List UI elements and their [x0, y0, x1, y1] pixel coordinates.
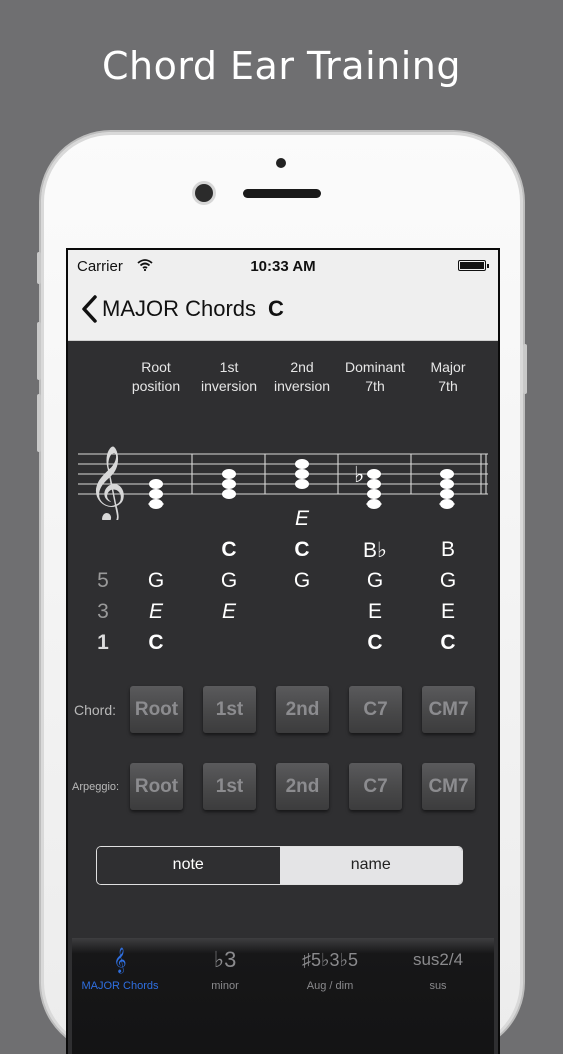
- column-header-line: 1st: [219, 359, 239, 375]
- note-label: G: [366, 569, 384, 592]
- chord-2nd-button[interactable]: 2nd: [276, 686, 329, 733]
- note-label: E: [440, 600, 455, 623]
- note-label: E: [367, 600, 382, 623]
- aug-dim-icon: ♯5♭3♭5: [301, 950, 358, 970]
- column-header-major-7th: Major 7th: [408, 358, 488, 396]
- note-label: B: [440, 538, 455, 561]
- status-time: 10:33 AM: [250, 258, 316, 275]
- note-label: B♭: [363, 539, 387, 562]
- column-header-line: position: [131, 378, 181, 394]
- note-label: G: [147, 569, 165, 592]
- note-label: C: [221, 538, 237, 561]
- display-mode-segmented-control: note name: [96, 846, 463, 885]
- note-label: C: [367, 631, 383, 654]
- chord-key-label: C: [268, 296, 284, 321]
- interval-root: 1: [97, 631, 109, 654]
- chevron-left-icon: [82, 295, 97, 323]
- column-header-line: inversion: [273, 378, 331, 394]
- tab-major-chords[interactable]: 𝄞 MAJOR Chords: [72, 944, 168, 992]
- column-header-1st: 1st inversion: [189, 358, 269, 396]
- note-label: C: [148, 631, 164, 654]
- segment-name[interactable]: name: [279, 847, 462, 884]
- flat-icon: ♭: [354, 463, 364, 488]
- tab-sus[interactable]: sus2/4 sus: [390, 944, 486, 992]
- back-label: MAJOR Chords: [102, 296, 257, 321]
- arpeggio-1st-button[interactable]: 1st: [203, 763, 256, 810]
- note-label: C: [440, 631, 456, 654]
- column-header-root: Root position: [116, 358, 196, 396]
- app-screen: Carrier 10:33 AM MAJOR Chords C Root pos…: [66, 248, 500, 1054]
- tab-label: sus: [429, 980, 447, 992]
- treble-clef-icon: 𝄞: [113, 947, 127, 972]
- column-header-line: Dominant: [345, 359, 405, 375]
- treble-clef-icon: 𝄞: [88, 445, 127, 520]
- column-header-line: inversion: [200, 378, 258, 394]
- volume-up-button: [37, 322, 41, 380]
- interval-fifth: 5: [97, 569, 109, 592]
- column-header-2nd: 2nd inversion: [262, 358, 342, 396]
- earpiece-speaker: [243, 189, 321, 198]
- tab-label: MAJOR Chords: [81, 980, 159, 992]
- note-label: E: [148, 600, 163, 623]
- column-header-line: 7th: [438, 378, 458, 394]
- note-label: G: [220, 569, 238, 592]
- chord-c7-button[interactable]: C7: [349, 686, 402, 733]
- phone-frame: Carrier 10:33 AM MAJOR Chords C Root pos…: [37, 132, 527, 1054]
- tab-minor[interactable]: ♭3 minor: [177, 944, 273, 992]
- chord-row-label: Chord:: [74, 702, 117, 718]
- note-label: C: [294, 538, 310, 561]
- arpeggio-row-label: Arpeggio:: [72, 781, 120, 793]
- note-label: G: [293, 569, 311, 592]
- segment-note[interactable]: note: [97, 847, 280, 884]
- chord-cm7-button[interactable]: CM7: [422, 686, 475, 733]
- column-header-dominant-7th: Dominant 7th: [335, 358, 415, 396]
- note-label: E: [221, 600, 236, 623]
- battery-icon: [458, 260, 489, 271]
- power-button: [523, 344, 527, 394]
- front-camera: [195, 184, 213, 202]
- note-label: G: [439, 569, 457, 592]
- navigation-bar: MAJOR Chords C: [68, 282, 498, 341]
- note-label: E: [294, 507, 309, 530]
- chord-1st-button[interactable]: 1st: [203, 686, 256, 733]
- volume-down-button: [37, 394, 41, 452]
- arpeggio-cm7-button[interactable]: CM7: [422, 763, 475, 810]
- promo-title: Chord Ear Training: [102, 44, 461, 88]
- tab-label: Aug / dim: [306, 980, 354, 992]
- proximity-sensor: [276, 158, 286, 168]
- arpeggio-c7-button[interactable]: C7: [349, 763, 402, 810]
- tab-bar: 𝄞 MAJOR Chords ♭3 minor ♯5♭3♭5 Aug / dim…: [72, 938, 494, 1054]
- column-header-line: Root: [141, 359, 171, 375]
- interval-third: 3: [97, 600, 109, 623]
- column-header-line: 7th: [365, 378, 385, 394]
- flat-three-icon: ♭3: [213, 947, 237, 972]
- column-header-line: 2nd: [290, 359, 314, 375]
- chord-root-button[interactable]: Root: [130, 686, 183, 733]
- tab-aug-dim[interactable]: ♯5♭3♭5 Aug / dim: [282, 944, 378, 992]
- arpeggio-root-button[interactable]: Root: [130, 763, 183, 810]
- back-button[interactable]: MAJOR Chords C: [80, 294, 284, 324]
- status-bar: Carrier 10:33 AM: [68, 250, 498, 282]
- column-header-line: Major: [430, 359, 466, 375]
- arpeggio-2nd-button[interactable]: 2nd: [276, 763, 329, 810]
- tab-label: minor: [211, 980, 239, 992]
- sus-icon: sus2/4: [412, 950, 464, 969]
- mute-switch: [37, 252, 41, 284]
